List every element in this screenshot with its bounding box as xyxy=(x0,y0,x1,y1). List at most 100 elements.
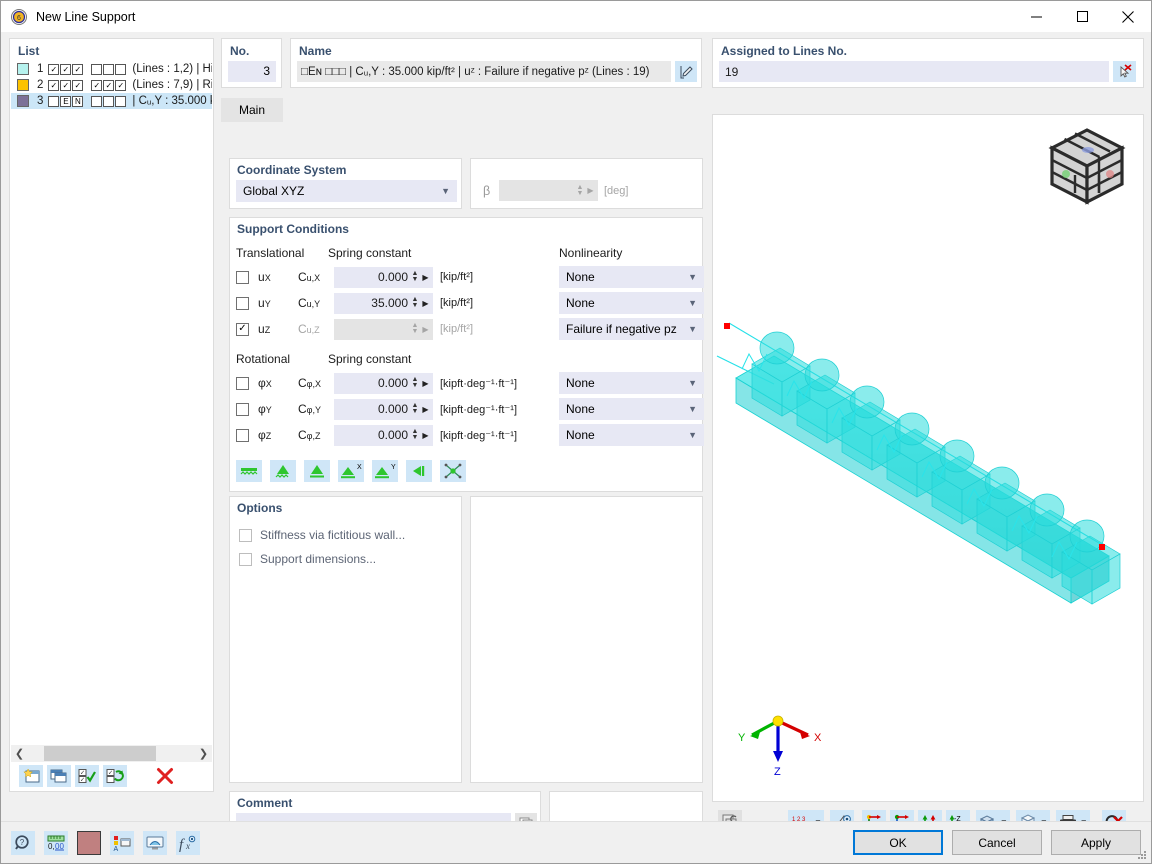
svg-text:X: X xyxy=(814,732,822,744)
translational-spring-input-uZ[interactable]: ▲ ▼ ▶ xyxy=(334,318,433,340)
options-title: Options xyxy=(237,501,283,515)
beta-input[interactable]: ▲ ▼ ▶ xyxy=(499,180,598,201)
translational-label-uY: uY xyxy=(258,296,271,310)
rotational-spring-input-φY[interactable]: 0.000 ▲ ▼ ▶ xyxy=(334,398,433,420)
rotational-nonlinearity-select-φZ[interactable]: None ▼ xyxy=(559,424,704,446)
translational-nonlinearity-select-uX[interactable]: None ▼ xyxy=(559,266,704,288)
rotational-header: Rotational xyxy=(236,352,291,366)
spinner-arrows-icon[interactable]: ▲ ▼ xyxy=(410,319,420,340)
rotational-checkbox-φX[interactable] xyxy=(236,376,249,390)
list-horizontal-scrollbar[interactable]: ❮ ❯ xyxy=(11,745,212,762)
preset-support-y-icon[interactable]: Y xyxy=(372,460,398,482)
preset-free-node-icon[interactable] xyxy=(440,460,466,482)
line-support-icon: 6 xyxy=(10,8,28,26)
close-button[interactable] xyxy=(1105,1,1151,32)
footer-buttons: OK Cancel Apply xyxy=(853,830,1141,855)
list-item-dof-box xyxy=(115,79,127,91)
rotational-checkbox-φY[interactable] xyxy=(236,402,249,416)
scroll-track[interactable] xyxy=(28,745,195,762)
assigned-lines-input[interactable]: 19 xyxy=(719,61,1109,82)
rotational-spring-input-φZ[interactable]: 0.000 ▲ ▼ ▶ xyxy=(334,424,433,446)
spring-value: 0.000 xyxy=(377,428,408,442)
maximize-button[interactable] xyxy=(1059,1,1105,32)
help-button[interactable]: ? xyxy=(11,831,35,855)
spinner-arrows-icon[interactable]: ▲ ▼ xyxy=(410,373,420,394)
translational-checkbox-uX[interactable] xyxy=(236,270,249,284)
option-checkbox[interactable] xyxy=(239,552,252,566)
preset-elastic-surface-icon[interactable] xyxy=(236,460,262,482)
spinner-arrows-icon[interactable]: ▲ ▼ xyxy=(410,425,420,446)
beta-row: β ▲ ▼ ▶ [deg] xyxy=(483,180,628,201)
rotational-row: φY Cφ,Y 0.000 ▲ ▼ ▶ [kipft·deg⁻¹·ft⁻¹] None ▼ xyxy=(230,396,704,422)
translational-checkbox-uY[interactable] xyxy=(236,296,249,310)
ok-button[interactable]: OK xyxy=(853,830,943,855)
model-view-canvas[interactable]: X Y Z xyxy=(714,116,1142,800)
pick-lines-icon[interactable] xyxy=(1113,61,1136,82)
list-item[interactable]: 3 EN | Cᵤ,Y : 35.000 kip/f xyxy=(11,93,212,109)
spinner-arrows-icon[interactable]: ▲ ▼ xyxy=(410,267,420,288)
view-settings-button[interactable] xyxy=(143,831,167,855)
support-list[interactable]: 1 (Lines : 1,2) | Hinge 2 (Lines : 7,9) | R… xyxy=(11,61,212,761)
minimize-button[interactable] xyxy=(1013,1,1059,32)
scroll-thumb[interactable] xyxy=(44,746,156,761)
translational-spring-input-uY[interactable]: 35.000 ▲ ▼ ▶ xyxy=(334,292,433,314)
translational-checkbox-uZ[interactable]: ✓ xyxy=(236,322,249,336)
spinner-expand-icon[interactable]: ▶ xyxy=(586,180,595,201)
translational-spring-input-uX[interactable]: 0.000 ▲ ▼ ▶ xyxy=(334,266,433,288)
list-item-description: (Lines : 1,2) | Hinge xyxy=(132,63,212,75)
spinner-expand-icon[interactable]: ▶ xyxy=(421,267,430,288)
invert-selection-button[interactable]: ✓ xyxy=(103,765,127,787)
scroll-left-arrow[interactable]: ❮ xyxy=(11,745,28,762)
list-item[interactable]: 1 (Lines : 1,2) | Hinge xyxy=(11,61,212,77)
tab-main[interactable]: Main xyxy=(221,98,283,122)
translational-nonlinearity-select-uZ[interactable]: Failure if negative pz ▼ xyxy=(559,318,704,340)
list-item[interactable]: 2 (Lines : 7,9) | Rigid xyxy=(11,77,212,93)
rotational-unit-φZ: [kipft·deg⁻¹·ft⁻¹] xyxy=(440,429,518,442)
navigation-cube-icon[interactable] xyxy=(1044,124,1130,213)
spinner-expand-icon[interactable]: ▶ xyxy=(421,425,430,446)
resize-grip[interactable] xyxy=(1135,848,1147,860)
apply-button[interactable]: Apply xyxy=(1051,830,1141,855)
scroll-right-arrow[interactable]: ❯ xyxy=(195,745,212,762)
copy-support-button[interactable] xyxy=(47,765,71,787)
rotational-nonlinearity-select-φX[interactable]: None ▼ xyxy=(559,372,704,394)
preset-support-wall-icon[interactable] xyxy=(406,460,432,482)
preset-support-x-icon[interactable]: X xyxy=(338,460,364,482)
model-view-panel[interactable]: X Y Z xyxy=(712,114,1144,802)
translational-unit-uY: [kip/ft²] xyxy=(440,297,474,309)
spinner-expand-icon[interactable]: ▶ xyxy=(421,293,430,314)
translational-label-uX: uX xyxy=(258,270,271,284)
list-item-dof-group xyxy=(91,79,127,91)
spinner-arrows-icon[interactable]: ▲ ▼ xyxy=(410,399,420,420)
translational-nonlinearity-select-uY[interactable]: None ▼ xyxy=(559,292,704,314)
new-support-button[interactable] xyxy=(19,765,43,787)
number-input[interactable]: 3 xyxy=(228,61,276,82)
name-input[interactable]: □Eɴ □□□ | Cᵤ,Y : 35.000 kip/ft² | uᶻ : F… xyxy=(297,61,671,82)
spinner-expand-icon[interactable]: ▶ xyxy=(421,319,430,340)
option-checkbox[interactable] xyxy=(239,528,252,542)
select-all-button[interactable]: ✓ ✓ xyxy=(75,765,99,787)
preset-fixed-support-icon[interactable] xyxy=(270,460,296,482)
color-button[interactable] xyxy=(77,831,101,855)
name-edit-icon[interactable] xyxy=(675,61,697,82)
svg-text:0,: 0, xyxy=(48,842,55,851)
spinner-arrows-icon[interactable]: ▲ ▼ xyxy=(410,293,420,314)
units-button[interactable]: 0, 00 xyxy=(44,831,68,855)
rotational-nonlinearity-select-φY[interactable]: None ▼ xyxy=(559,398,704,420)
delete-support-button[interactable] xyxy=(153,765,177,787)
assigned-lines-label: Assigned to Lines No. xyxy=(721,44,848,58)
rotational-checkbox-φZ[interactable] xyxy=(236,428,249,442)
list-item-dof-box xyxy=(103,95,115,107)
preset-pinned-support-icon[interactable] xyxy=(304,460,330,482)
rotational-spring-input-φX[interactable]: 0.000 ▲ ▼ ▶ xyxy=(334,372,433,394)
list-item-dof-box xyxy=(115,63,127,75)
spinner-expand-icon[interactable]: ▶ xyxy=(421,373,430,394)
coordinate-system-select[interactable]: Global XYZ ▼ xyxy=(236,180,457,202)
cancel-button[interactable]: Cancel xyxy=(952,830,1042,855)
display-properties-button[interactable]: A xyxy=(110,831,134,855)
spinner-expand-icon[interactable]: ▶ xyxy=(421,399,430,420)
option-label: Stiffness via fictitious wall... xyxy=(260,528,406,542)
list-item-dof-box: E xyxy=(60,95,72,107)
formula-button[interactable]: f x xyxy=(176,831,200,855)
spinner-arrows-icon[interactable]: ▲ ▼ xyxy=(575,180,585,201)
